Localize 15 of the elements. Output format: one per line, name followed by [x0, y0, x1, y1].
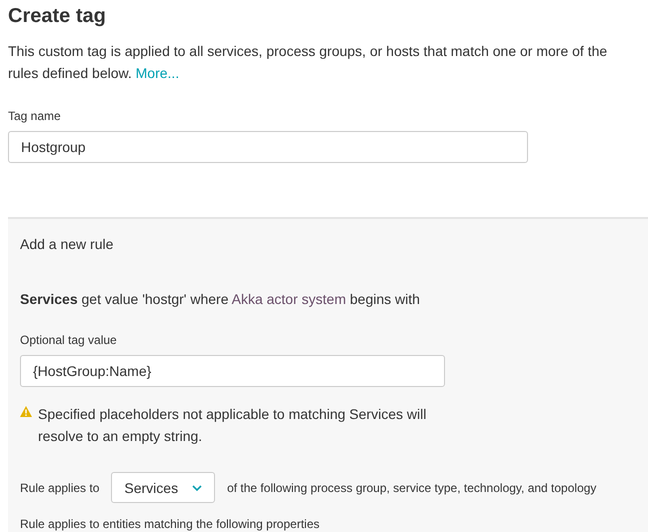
entity-type-dropdown[interactable]: Services: [111, 472, 216, 503]
tag-value-field[interactable]: {HostGroup:Name}: [20, 355, 445, 387]
chevron-down-icon: [192, 484, 202, 490]
applies-description: of the following process group, service type, technology, and topology: [227, 480, 596, 494]
warning-message: Specified placeholders not applicable to matching Services will resolve to an empty string.: [38, 405, 428, 446]
tag-name-field[interactable]: Hostgroup: [8, 131, 528, 163]
field-label: Tag name: [8, 109, 62, 125]
field-label: Optional tag value: [20, 333, 118, 349]
panel-heading: Add a new rule: [20, 236, 114, 254]
page-title: Create tag: [8, 4, 107, 29]
description: This custom tag is applied to all services, process groups, or hosts that match one or more of the rules defined below. More...: [8, 42, 608, 83]
warning-icon: [20, 406, 32, 417]
rule-summary: Services get value 'hostgr' where Akka actor system begins with: [20, 291, 421, 307]
applies-label: Rule applies to: [20, 480, 100, 494]
properties-label: Rule applies to entities matching the following properties: [20, 517, 321, 531]
